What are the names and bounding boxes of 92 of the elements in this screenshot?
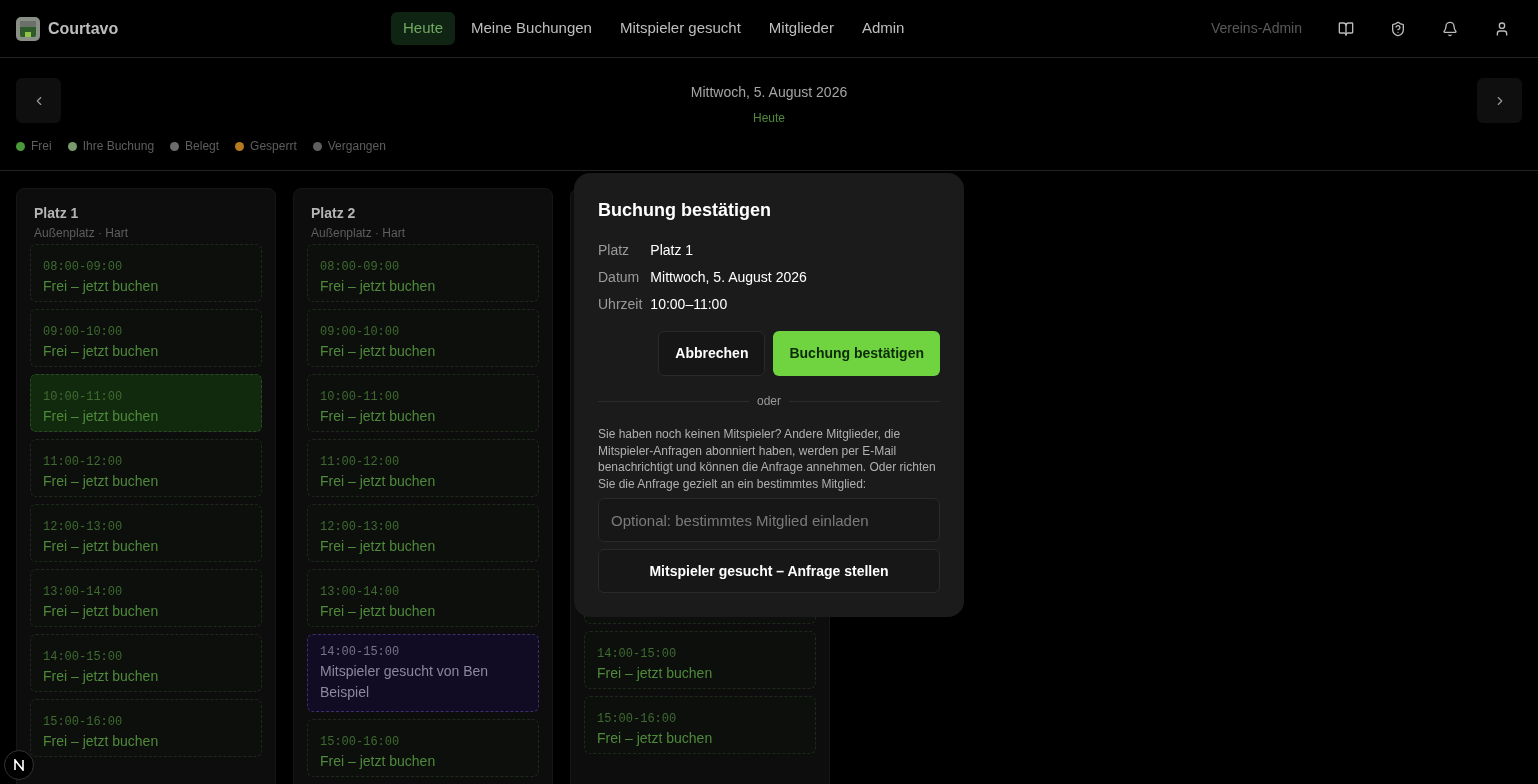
slot-time: 15:00-16:00: [43, 713, 124, 731]
slot-label: Frei – jetzt buchen: [43, 536, 160, 556]
detail-label: Datum: [598, 268, 641, 287]
slot-time: 11:00-12:00: [320, 453, 401, 471]
booking-slot[interactable]: 15:00-16:00 Frei – jetzt buchen: [584, 696, 816, 754]
bell-icon[interactable]: [1442, 20, 1458, 37]
booking-slot[interactable]: 13:00-14:00 Frei – jetzt buchen: [307, 569, 539, 627]
booking-slot[interactable]: 12:00-13:00 Frei – jetzt buchen: [307, 504, 539, 562]
booking-slot[interactable]: 14:00-15:00 Frei – jetzt buchen: [584, 631, 816, 689]
slot-label: Frei – jetzt buchen: [43, 341, 160, 361]
court-name: Platz 2: [310, 204, 357, 223]
slot-label: Frei – jetzt buchen: [320, 276, 437, 296]
legend-label: Gesperrt: [250, 138, 297, 155]
legend-label: Belegt: [185, 138, 220, 155]
slot-label: Frei – jetzt buchen: [320, 471, 437, 491]
app-logo-icon: [16, 16, 40, 41]
slot-label: Frei – jetzt buchen: [320, 601, 437, 621]
slot-time: 13:00-14:00: [320, 583, 401, 601]
confirm-button[interactable]: Buchung bestätigen: [773, 331, 940, 376]
slot-label: Frei – jetzt buchen: [43, 601, 160, 621]
slot-label: Frei – jetzt buchen: [320, 536, 437, 556]
slot-time: 09:00-10:00: [320, 323, 401, 341]
detail-value: Mittwoch, 5. August 2026: [650, 268, 808, 287]
partner-request-button[interactable]: Mitspieler gesucht – Anfrage stellen: [598, 549, 940, 593]
slot-label: Frei – jetzt buchen: [43, 276, 160, 296]
slot-label: Mitspieler gesucht von Ben Beispiel: [320, 662, 490, 702]
book-icon[interactable]: [1338, 20, 1354, 37]
app-name: Courtavo: [48, 18, 119, 39]
cancel-button[interactable]: Abbrechen: [658, 331, 766, 376]
booking-slot[interactable]: 15:00-16:00 Frei – jetzt buchen: [307, 719, 539, 777]
slot-time: 08:00-09:00: [43, 258, 124, 276]
invite-member-field[interactable]: Optional: bestimmtes Mitglied einladen: [598, 498, 940, 542]
current-date: Mittwoch, 5. August 2026: [690, 83, 848, 102]
slot-label: Frei – jetzt buchen: [320, 751, 437, 771]
nav-tab[interactable]: Meine Buchungen: [459, 12, 604, 45]
booking-slot[interactable]: 08:00-09:00 Frei – jetzt buchen: [30, 244, 262, 302]
detail-label: Uhrzeit: [598, 295, 643, 314]
slot-time: 08:00-09:00: [320, 258, 401, 276]
dev-badge[interactable]: [4, 750, 34, 780]
legend-label: Frei: [31, 138, 52, 155]
court-subtitle: Außenplatz · Hart: [310, 225, 407, 242]
slot-time: 09:00-10:00: [43, 323, 124, 341]
nav-tab[interactable]: Admin: [849, 12, 917, 45]
slot-label: Frei – jetzt buchen: [43, 471, 160, 491]
booking-slot[interactable]: 14:00-15:00 Frei – jetzt buchen: [30, 634, 262, 692]
booking-slot[interactable]: 10:00-11:00 Frei – jetzt buchen: [30, 374, 262, 432]
slot-label: Frei – jetzt buchen: [43, 666, 160, 686]
slot-time: 10:00-11:00: [320, 388, 401, 406]
booking-slot[interactable]: 13:00-14:00 Frei – jetzt buchen: [30, 569, 262, 627]
legend-label: Ihre Buchung: [82, 138, 155, 155]
booking-slot[interactable]: 11:00-12:00 Frei – jetzt buchen: [30, 439, 262, 497]
nav-tab[interactable]: Mitglieder: [756, 12, 846, 45]
slot-time: 10:00-11:00: [43, 388, 124, 406]
booking-slot[interactable]: 15:00-16:00 Frei – jetzt buchen: [30, 699, 262, 757]
slot-time: 14:00-15:00: [597, 645, 678, 663]
slot-label: Frei – jetzt buchen: [320, 406, 437, 426]
slot-time: 15:00-16:00: [320, 733, 401, 751]
info-text: Sie haben noch keinen Mitspieler? Andere Mitglieder, die Mitspieler-Anfragen abonniert haben, werden per E-Mail benachrichtigt und können die Anfrage annehmen. Oder richten Sie die Anfrage gezielt an ein bestimmtes Mitglied:: [598, 426, 937, 492]
booking-slot[interactable]: 10:00-11:00 Frei – jetzt buchen: [307, 374, 539, 432]
n-logo-icon: [13, 759, 25, 771]
detail-label: Platz: [598, 241, 631, 260]
slot-time: 14:00-15:00: [43, 648, 124, 666]
slot-label: Frei – jetzt buchen: [43, 406, 160, 426]
today-link[interactable]: Heute: [753, 109, 785, 127]
nav-tab[interactable]: Heute: [391, 12, 456, 45]
user-role: Vereins-Admin: [1210, 19, 1302, 38]
booking-slot[interactable]: 14:00-15:00 Mitspieler gesucht von Ben Beispiel: [307, 634, 539, 712]
detail-value: Platz 1: [650, 241, 695, 260]
slot-label: Frei – jetzt buchen: [320, 341, 437, 361]
slot-label: Frei – jetzt buchen: [597, 728, 714, 748]
booking-slot[interactable]: 11:00-12:00 Frei – jetzt buchen: [307, 439, 539, 497]
slot-time: 11:00-12:00: [43, 453, 124, 471]
booking-slot[interactable]: 09:00-10:00 Frei – jetzt buchen: [30, 309, 262, 367]
court-subtitle: Außenplatz · Hart: [33, 225, 130, 242]
dialog-title: Buchung bestätigen: [598, 199, 772, 222]
booking-slot[interactable]: 08:00-09:00 Frei – jetzt buchen: [307, 244, 539, 302]
slot-label: Frei – jetzt buchen: [43, 731, 160, 751]
detail-value: 10:00–11:00: [650, 295, 729, 314]
slot-time: 12:00-13:00: [43, 518, 124, 536]
booking-slot[interactable]: 12:00-13:00 Frei – jetzt buchen: [30, 504, 262, 562]
user-icon[interactable]: [1494, 20, 1510, 37]
divider-label: oder: [757, 393, 781, 410]
slot-time: 12:00-13:00: [320, 518, 401, 536]
slot-time: 13:00-14:00: [43, 583, 124, 601]
slot-time: 15:00-16:00: [597, 710, 678, 728]
help-shield-icon[interactable]: [1390, 20, 1406, 37]
slot-time: 14:00-15:00: [320, 644, 401, 661]
slot-label: Frei – jetzt buchen: [597, 663, 714, 683]
booking-slot[interactable]: 09:00-10:00 Frei – jetzt buchen: [307, 309, 539, 367]
nav-tab[interactable]: Mitspieler gesucht: [607, 12, 753, 45]
court-name: Platz 1: [33, 204, 80, 223]
legend-label: Vergangen: [327, 138, 386, 155]
